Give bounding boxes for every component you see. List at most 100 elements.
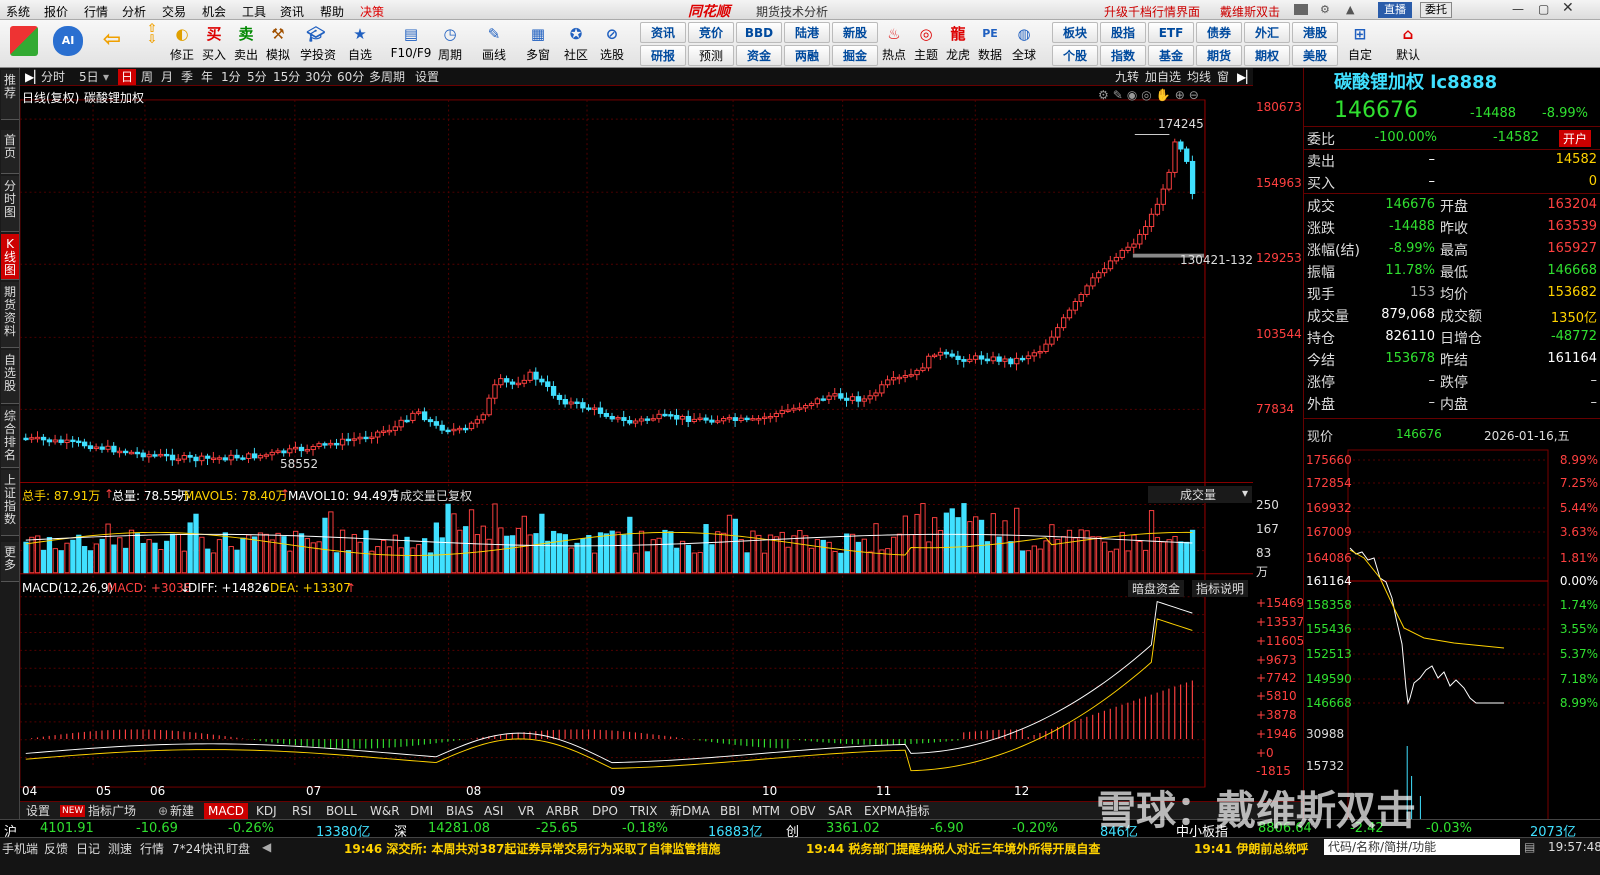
theme-button[interactable]: ◎ 主题 xyxy=(910,22,942,63)
tab-kdj[interactable]: KDJ xyxy=(252,803,281,819)
news-item[interactable]: 19:41 伊朗前总统呼 xyxy=(1194,840,1308,857)
simulate-button[interactable]: ⚒ 模拟 xyxy=(262,22,294,63)
search-input[interactable]: 代码/名称/简拼/功能 xyxy=(1324,839,1520,855)
order-button[interactable]: 委托 xyxy=(1420,2,1452,18)
tab-expma[interactable]: EXPMA指标 xyxy=(860,803,934,819)
sidebar-item-more[interactable]: 更多 xyxy=(1,542,19,582)
margin-button[interactable]: 两融 xyxy=(784,45,830,66)
tab-sar[interactable]: SAR xyxy=(824,803,856,819)
period-year[interactable]: 年 xyxy=(198,69,216,85)
window-button[interactable]: 窗 xyxy=(1214,69,1232,85)
status-diary[interactable]: 日记 xyxy=(76,840,100,857)
tab-rsi[interactable]: RSI xyxy=(288,803,316,819)
status-feedback[interactable]: 反馈 xyxy=(44,840,68,857)
us-stock-button[interactable]: 美股 xyxy=(1292,45,1338,66)
f10-button[interactable]: ▤ F10/F9 xyxy=(388,22,434,60)
volume-selector[interactable]: 成交量 ▾ xyxy=(1148,486,1252,503)
period-15min[interactable]: 15分 xyxy=(270,69,303,85)
research-button[interactable]: 研报 xyxy=(640,45,686,66)
auction-button[interactable]: 竞价 xyxy=(688,22,734,43)
bbd-button[interactable]: BBD xyxy=(736,22,782,43)
sidebar-item-ranking[interactable]: 综合排名 xyxy=(1,406,19,468)
period-5min[interactable]: 5分 xyxy=(244,69,270,85)
tab-indicator-plaza[interactable]: 指标广场 xyxy=(84,803,140,819)
period-multi[interactable]: 多周期 xyxy=(366,69,408,85)
menu-decision[interactable]: 决策 xyxy=(360,3,384,20)
period-60min[interactable]: 60分 xyxy=(334,69,367,85)
menu-news[interactable]: 资讯 xyxy=(280,3,304,20)
status-arrow-icon[interactable]: ◀ xyxy=(262,840,271,854)
community-button[interactable]: ✪ 社区 xyxy=(560,22,592,63)
live-button[interactable]: 直播 xyxy=(1378,2,1412,18)
fund-button[interactable]: 基金 xyxy=(1148,45,1194,66)
tab-dpo[interactable]: DPO xyxy=(588,803,622,819)
status-flash[interactable]: 7*24快讯 xyxy=(172,840,225,857)
sidebar-item-shanghai-index[interactable]: 上证指数 xyxy=(1,470,19,536)
tab-asi[interactable]: ASI xyxy=(480,803,507,819)
gear-icon[interactable]: ⚙ xyxy=(1320,3,1330,16)
indicator-help-button[interactable]: 指标说明 xyxy=(1192,580,1249,597)
close-icon[interactable]: ✕ xyxy=(1562,0,1574,16)
ma-button[interactable]: 均线 xyxy=(1184,69,1214,85)
upgrade-link[interactable]: 升级千档行情界面 xyxy=(1104,3,1200,20)
sell-button[interactable]: 卖卖出 xyxy=(230,22,262,63)
status-speedtest[interactable]: 测速 xyxy=(108,840,132,857)
bell-icon[interactable]: ▲ xyxy=(1346,3,1354,16)
index-button[interactable]: 指数 xyxy=(1100,45,1146,66)
sidebar-item-recommend[interactable]: 推荐 xyxy=(1,70,19,120)
tab-new[interactable]: 新建 xyxy=(166,803,198,819)
period-timeshare[interactable]: 分时 xyxy=(38,69,68,85)
chart-tools-icon[interactable]: ⚙✎◉◎✋⊕⊖ xyxy=(1098,88,1203,102)
grid-menu-button[interactable] xyxy=(8,25,40,57)
fix-button[interactable]: ◐ 修正 xyxy=(166,22,198,63)
open-account-button[interactable]: 开户 xyxy=(1558,130,1591,147)
user-name[interactable]: 戴维斯双击 xyxy=(1220,3,1280,20)
menu-trade[interactable]: 交易 xyxy=(162,3,186,20)
learn-button[interactable]: 🎓︎ 学投资 xyxy=(300,22,336,63)
menu-tools[interactable]: 工具 xyxy=(242,3,266,20)
tab-wr[interactable]: W&R xyxy=(366,803,404,819)
data-button[interactable]: PE 数据 xyxy=(974,22,1006,63)
sidebar-item-home[interactable]: 首页 xyxy=(1,130,19,174)
add-watch-button[interactable]: 加自选 xyxy=(1142,69,1184,85)
chart-canvas[interactable] xyxy=(20,86,1253,801)
menu-opportunity[interactable]: 机会 xyxy=(202,3,226,20)
collapse-icon[interactable]: ▶▏ xyxy=(1234,69,1258,85)
news-item[interactable]: 19:46 深交所: 本周共对387起证券异常交易行为采取了自律监管措施 xyxy=(344,840,720,857)
period-month[interactable]: 月 xyxy=(158,69,176,85)
updown-button[interactable]: ⇧ ⇩ xyxy=(136,22,168,46)
ai-button[interactable]: AI xyxy=(52,25,84,57)
sidebar-item-futures-info[interactable]: 期货资料 xyxy=(1,282,19,348)
mail-icon[interactable] xyxy=(1294,4,1308,15)
tab-bias[interactable]: BIAS xyxy=(442,803,478,819)
ipo-button[interactable]: 新股 xyxy=(832,22,878,43)
minimize-icon[interactable]: — xyxy=(1512,2,1524,16)
global-button[interactable]: ◍ 全球 xyxy=(1008,22,1040,63)
window-icon[interactable]: ▤ xyxy=(1524,840,1535,854)
etf-button[interactable]: ETF xyxy=(1148,22,1194,43)
single-stock-button[interactable]: 个股 xyxy=(1052,45,1098,66)
period-settings[interactable]: 设置 xyxy=(412,69,442,85)
futures-button[interactable]: 期货 xyxy=(1196,45,1242,66)
forecast-button[interactable]: 预测 xyxy=(688,45,734,66)
tab-newdma[interactable]: 新DMA xyxy=(666,803,714,819)
tab-macd[interactable]: MACD xyxy=(204,803,248,819)
fund-flow-button[interactable]: 资金 xyxy=(736,45,782,66)
status-watch[interactable]: 盯盘 xyxy=(226,840,250,857)
options-button[interactable]: 期权 xyxy=(1244,45,1290,66)
menu-analysis[interactable]: 分析 xyxy=(122,3,146,20)
status-mobile[interactable]: 手机端 xyxy=(2,840,38,857)
bond-button[interactable]: 债券 xyxy=(1196,22,1242,43)
sector-button[interactable]: 板块 xyxy=(1052,22,1098,43)
hk-stock-button[interactable]: 港股 xyxy=(1292,22,1338,43)
menu-help[interactable]: 帮助 xyxy=(320,3,344,20)
period-5day[interactable]: 5日 xyxy=(76,69,102,85)
multiwindow-button[interactable]: ▦ 多窗 xyxy=(522,22,554,63)
dark-pool-button[interactable]: 暗盘资金 xyxy=(1128,580,1185,597)
dragon-tiger-button[interactable]: 龍龙虎 xyxy=(942,22,974,63)
tab-settings[interactable]: 设置 xyxy=(22,803,54,819)
hotspot-button[interactable]: ♨ 热点 xyxy=(878,22,910,63)
tab-trix[interactable]: TRIX xyxy=(626,803,661,819)
period-1min[interactable]: 1分 xyxy=(218,69,244,85)
stock-index-button[interactable]: 股指 xyxy=(1100,22,1146,43)
